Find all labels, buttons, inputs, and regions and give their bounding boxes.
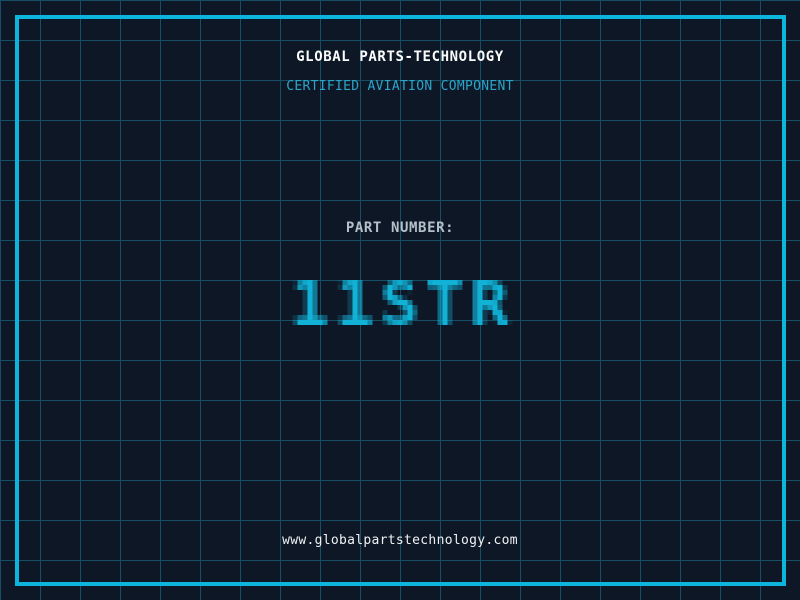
website-url: www.globalpartstechnology.com bbox=[282, 533, 518, 548]
part-number-value bbox=[287, 260, 513, 350]
company-name: GLOBAL PARTS-TECHNOLOGY bbox=[296, 49, 504, 65]
part-label-plate: GLOBAL PARTS-TECHNOLOGY CERTIFIED AVIATI… bbox=[0, 0, 800, 600]
part-number-label: PART NUMBER: bbox=[345, 220, 455, 236]
certification-line: CERTIFIED AVIATION COMPONENT bbox=[286, 79, 514, 94]
